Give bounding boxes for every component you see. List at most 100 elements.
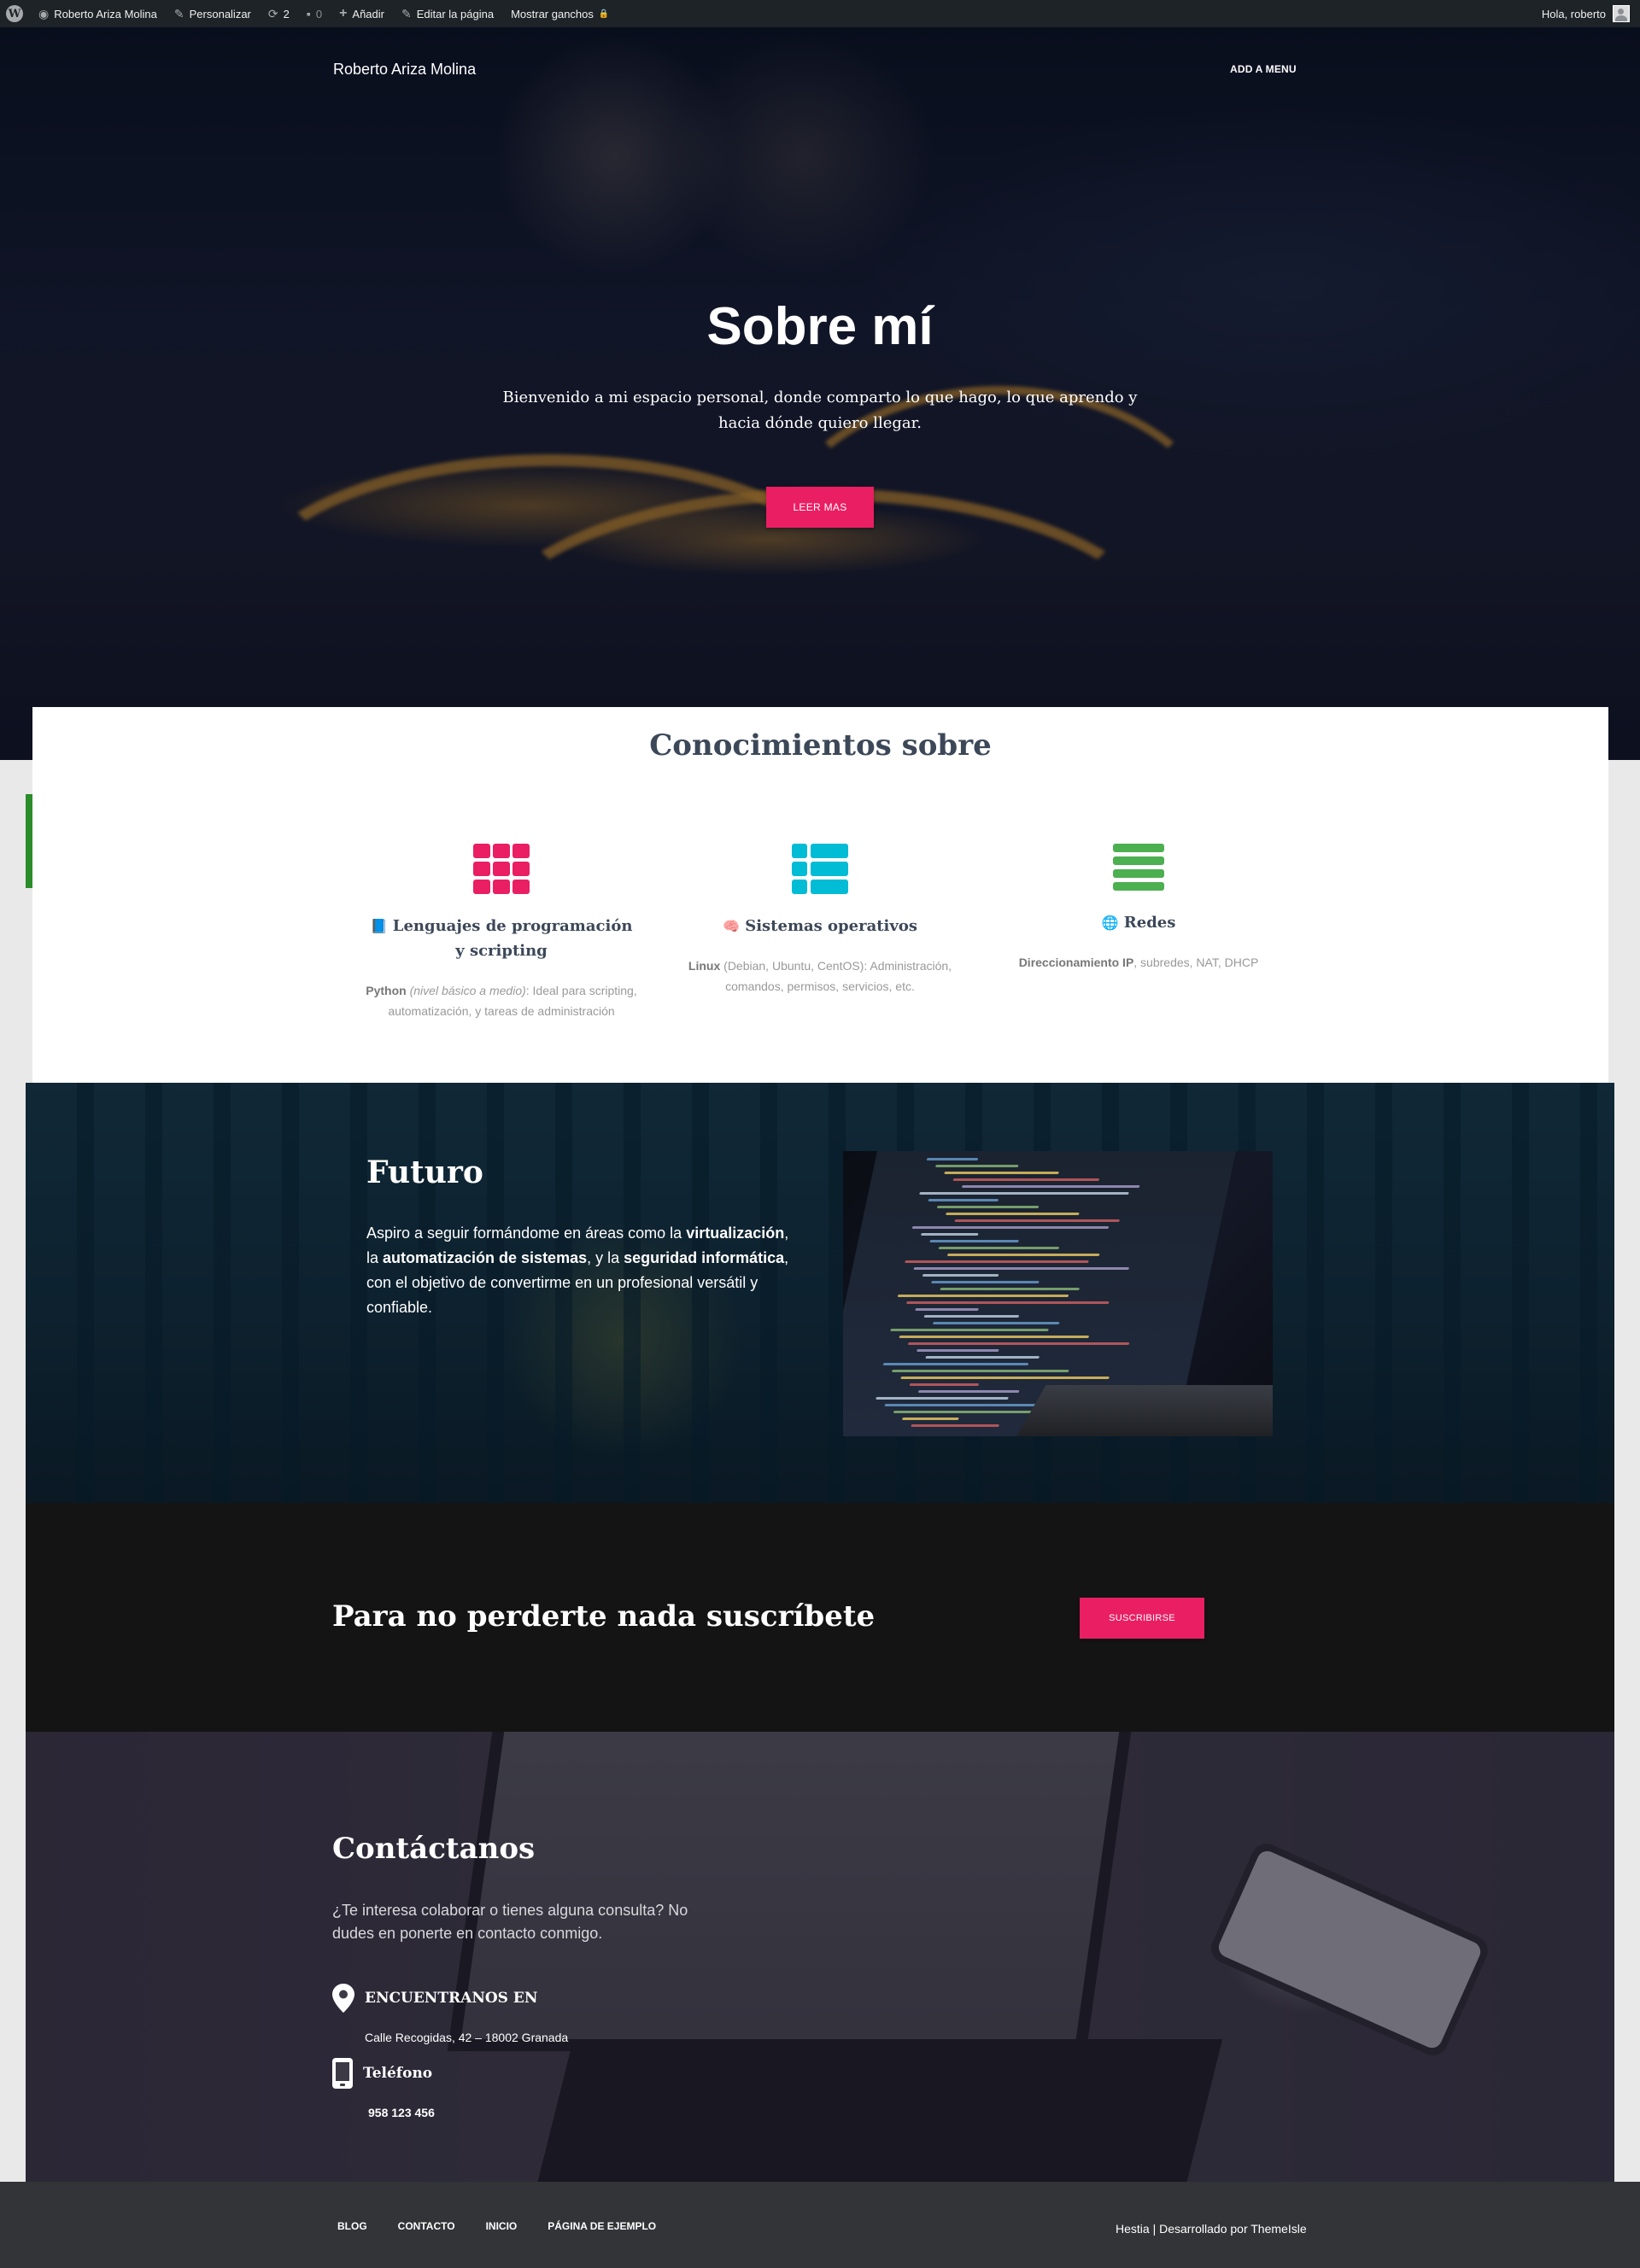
code-line [923, 1315, 1020, 1318]
add-menu-link[interactable]: ADD A MENU [1230, 63, 1297, 75]
footer: BLOG CONTACTO INICIO PÁGINA DE EJEMPLO H… [0, 2182, 1640, 2268]
updates-count: 2 [283, 7, 290, 20]
footer-menu: BLOG CONTACTO INICIO PÁGINA DE EJEMPLO [333, 2220, 660, 2232]
site-title[interactable]: Roberto Ariza Molina [333, 61, 476, 79]
code-line [944, 1172, 1059, 1174]
plus-icon: + [339, 6, 348, 20]
brain-icon: 🧠 [723, 918, 740, 934]
hero-subtitle: Bienvenido a mi espacio personal, donde … [502, 389, 1138, 432]
code-line [925, 1356, 1040, 1359]
code-line [897, 1295, 1069, 1297]
read-more-button[interactable]: LEER MAS [766, 487, 874, 528]
greeting: Hola, roberto [1541, 7, 1606, 20]
globe-icon: 🌐 [1101, 915, 1119, 931]
hero-section: Roberto Ariza Molina ADD A MENU Sobre mí… [0, 27, 1640, 760]
feature-heading: 📘 Lenguajes de programación y scripting [365, 914, 638, 963]
contact-overlay [26, 1732, 1614, 2182]
edit-page-link[interactable]: ✎ Editar la página [393, 0, 502, 27]
footer-link-blog[interactable]: BLOG [333, 2220, 372, 2232]
code-line [876, 1397, 1009, 1400]
features-section: Conocimientos sobre 📘 Lenguajes de progr… [32, 707, 1608, 1083]
code-line [940, 1288, 1080, 1290]
subscribe-section: Para no perderte nada suscríbete SUSCRIB… [26, 1503, 1614, 1732]
admin-site-name-link[interactable]: ◉ Roberto Ariza Molina [30, 0, 166, 27]
footer-link-contact[interactable]: CONTACTO [394, 2220, 460, 2232]
feature-keyword: Python [366, 984, 407, 997]
code-line [911, 1226, 1110, 1229]
admin-bar: W ◉ Roberto Ariza Molina ✎ Personalizar … [0, 0, 1640, 27]
code-line [932, 1322, 1060, 1324]
map-marker-icon [332, 1984, 354, 2013]
credit-brand-link[interactable]: Hestia [1116, 2222, 1150, 2236]
location-row: ENCUENTRANOS EN [332, 1984, 537, 2013]
feature-heading-text: Lenguajes de programación y scripting [392, 917, 633, 960]
code-line [909, 1383, 980, 1386]
customize-link[interactable]: ✎ Personalizar [166, 0, 260, 27]
subscribe-title: Para no perderte nada suscríbete [332, 1599, 876, 1634]
code-line [954, 1219, 1120, 1222]
customize-label: Personalizar [189, 7, 251, 20]
add-new-link[interactable]: + Añadir [331, 0, 393, 27]
show-hooks-link[interactable]: Mostrar ganchos 🔒 [502, 0, 618, 27]
account-menu[interactable]: Hola, roberto [1542, 5, 1640, 22]
feature-text: (Debian, Ubuntu, CentOS): Administración… [720, 959, 952, 993]
wordpress-logo-button[interactable]: W [0, 0, 30, 27]
code-line [890, 1329, 1049, 1331]
code-line [919, 1192, 1129, 1195]
code-line [915, 1308, 979, 1311]
future-section: Futuro Aspiro a seguir formándome en áre… [26, 1083, 1614, 1503]
future-text-part: Aspiro a seguir formándome en áreas como… [366, 1225, 687, 1242]
credit-author-link[interactable]: ThemeIsle [1250, 2222, 1306, 2236]
phone-number: 958 123 456 [368, 2106, 435, 2119]
code-line [920, 1233, 979, 1236]
code-line [952, 1178, 1100, 1181]
feature-description: Linux (Debian, Ubuntu, CentOS): Administ… [683, 956, 957, 997]
future-keyword: virtualización [686, 1225, 785, 1242]
avatar [1613, 5, 1630, 22]
brush-icon: ✎ [173, 6, 184, 20]
code-laptop-image [843, 1151, 1273, 1436]
code-line [946, 1254, 1100, 1256]
code-line [931, 1281, 1040, 1283]
code-line [917, 1390, 1020, 1393]
feature-keyword: Direccionamiento IP [1018, 956, 1134, 969]
feature-heading-text: Sistemas operativos [745, 917, 917, 935]
code-line [936, 1206, 1040, 1208]
footer-link-home[interactable]: INICIO [482, 2220, 522, 2232]
code-line [946, 1213, 1080, 1215]
feature-description: Direccionamiento IP, subredes, NAT, DHCP [1002, 952, 1275, 973]
contact-text: ¿Te interesa colaborar o tienes alguna c… [332, 1902, 688, 1942]
code-line [928, 1199, 999, 1201]
contact-title: Contáctanos [332, 1832, 536, 1866]
future-overlay [26, 1083, 1614, 1503]
green-edge-decoration [26, 794, 32, 888]
location-title: ENCUENTRANOS EN [365, 1990, 538, 2007]
feature-text: , subredes, NAT, DHCP [1133, 956, 1259, 969]
feature-heading: 🌐 Redes [1002, 910, 1275, 935]
future-keyword: automatización de sistemas [383, 1249, 588, 1266]
updates-link[interactable]: ⟳ 2 [260, 0, 298, 27]
phone-row: Teléfono [332, 2058, 432, 2089]
code-line [913, 1267, 1130, 1270]
bars-icon [1113, 844, 1164, 891]
table-list-icon [792, 844, 848, 894]
footer-link-sample-page[interactable]: PÁGINA DE EJEMPLO [543, 2220, 660, 2232]
address: Calle Recogidas, 42 – 18002 Granada [365, 2031, 569, 2044]
dashboard-icon: ◉ [38, 6, 50, 20]
code-line [907, 1342, 1130, 1345]
comments-link[interactable]: ▪ 0 [298, 0, 331, 27]
comments-count: 0 [315, 7, 323, 20]
code-line [961, 1185, 1140, 1188]
laptop-base [1016, 1385, 1273, 1436]
future-title: Futuro [366, 1154, 483, 1190]
code-line [882, 1363, 1029, 1365]
subscribe-button[interactable]: SUSCRIBIRSE [1080, 1598, 1204, 1639]
code-line [922, 1274, 999, 1277]
code-line [902, 1418, 959, 1420]
code-line [917, 1349, 999, 1352]
features-title: Conocimientos sobre [649, 728, 992, 763]
updates-icon: ⟳ [267, 6, 278, 20]
feature-heading: 🧠 Sistemas operativos [683, 914, 957, 938]
footer-credit: Hestia | Desarrollado por ThemeIsle [1116, 2222, 1307, 2236]
admin-site-name: Roberto Ariza Molina [54, 7, 157, 20]
